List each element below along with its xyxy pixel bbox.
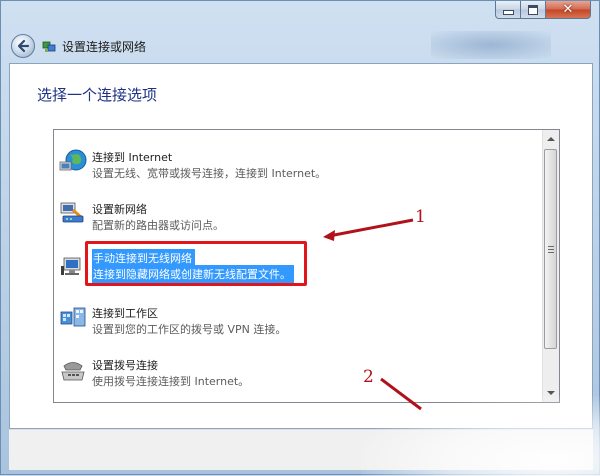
close-button[interactable]: ✕ (546, 1, 591, 19)
navigation-bar: 设置连接或网络 (11, 33, 146, 59)
wireless-computer-icon (61, 257, 81, 275)
back-button[interactable] (11, 34, 35, 58)
option-description: 使用拨号连接连接到 Internet。 (92, 375, 250, 388)
maximize-button[interactable] (521, 1, 546, 19)
option-setup-dialup[interactable]: 设置拨号连接 使用拨号连接连接到 Internet。 (54, 342, 542, 394)
annotation-label-1: 1 (415, 207, 426, 227)
window-controls: ✕ (495, 1, 591, 21)
scroll-up-arrow-icon[interactable] (547, 137, 555, 141)
close-icon: ✕ (562, 2, 574, 17)
network-setup-icon (42, 41, 56, 52)
dialup-phone-icon (61, 362, 85, 381)
back-arrow-icon (17, 39, 30, 53)
window-title: 设置连接或网络 (62, 39, 147, 54)
option-description: 设置无线、宽带或拨号连接，连接到 Internet。 (92, 167, 327, 180)
option-title: 连接到 Internet (92, 151, 173, 164)
blurred-region (361, 396, 600, 476)
annotation-label-2: 2 (363, 367, 374, 387)
option-title: 设置拨号连接 (92, 359, 158, 372)
scrollbar-thumb[interactable] (544, 149, 557, 349)
scroll-down-arrow-icon[interactable] (547, 391, 555, 395)
router-icon (60, 202, 84, 223)
maximize-icon (528, 4, 538, 15)
option-connect-internet[interactable]: 连接到 Internet 设置无线、宽带或拨号连接，连接到 Internet。 (54, 134, 542, 186)
globe-network-icon (59, 149, 87, 171)
option-title: 设置新网络 (92, 203, 147, 216)
minimize-button[interactable] (495, 1, 521, 19)
page-heading: 选择一个连接选项 (37, 86, 158, 104)
option-setup-new-network[interactable]: 设置新网络 配置新的路由器或访问点。 (54, 186, 542, 238)
dialog-window: ✕ 设置连接或网络 选择一个连接选项 连接到 Internet 设置无线、宽带或… (0, 0, 600, 476)
list-scrollbar[interactable] (542, 130, 559, 402)
scrollbar-grip (548, 246, 554, 253)
title-bar-glass (431, 31, 551, 59)
option-title: 连接到工作区 (92, 307, 158, 320)
option-connect-workplace[interactable]: 连接到工作区 设置到您的工作区的拨号或 VPN 连接。 (54, 290, 542, 342)
option-description: 配置新的路由器或访问点。 (92, 219, 224, 232)
minimize-icon (502, 10, 514, 15)
annotation-highlight-box (85, 241, 307, 286)
option-description: 设置到您的工作区的拨号或 VPN 连接。 (92, 323, 287, 336)
workplace-icon (60, 307, 86, 327)
